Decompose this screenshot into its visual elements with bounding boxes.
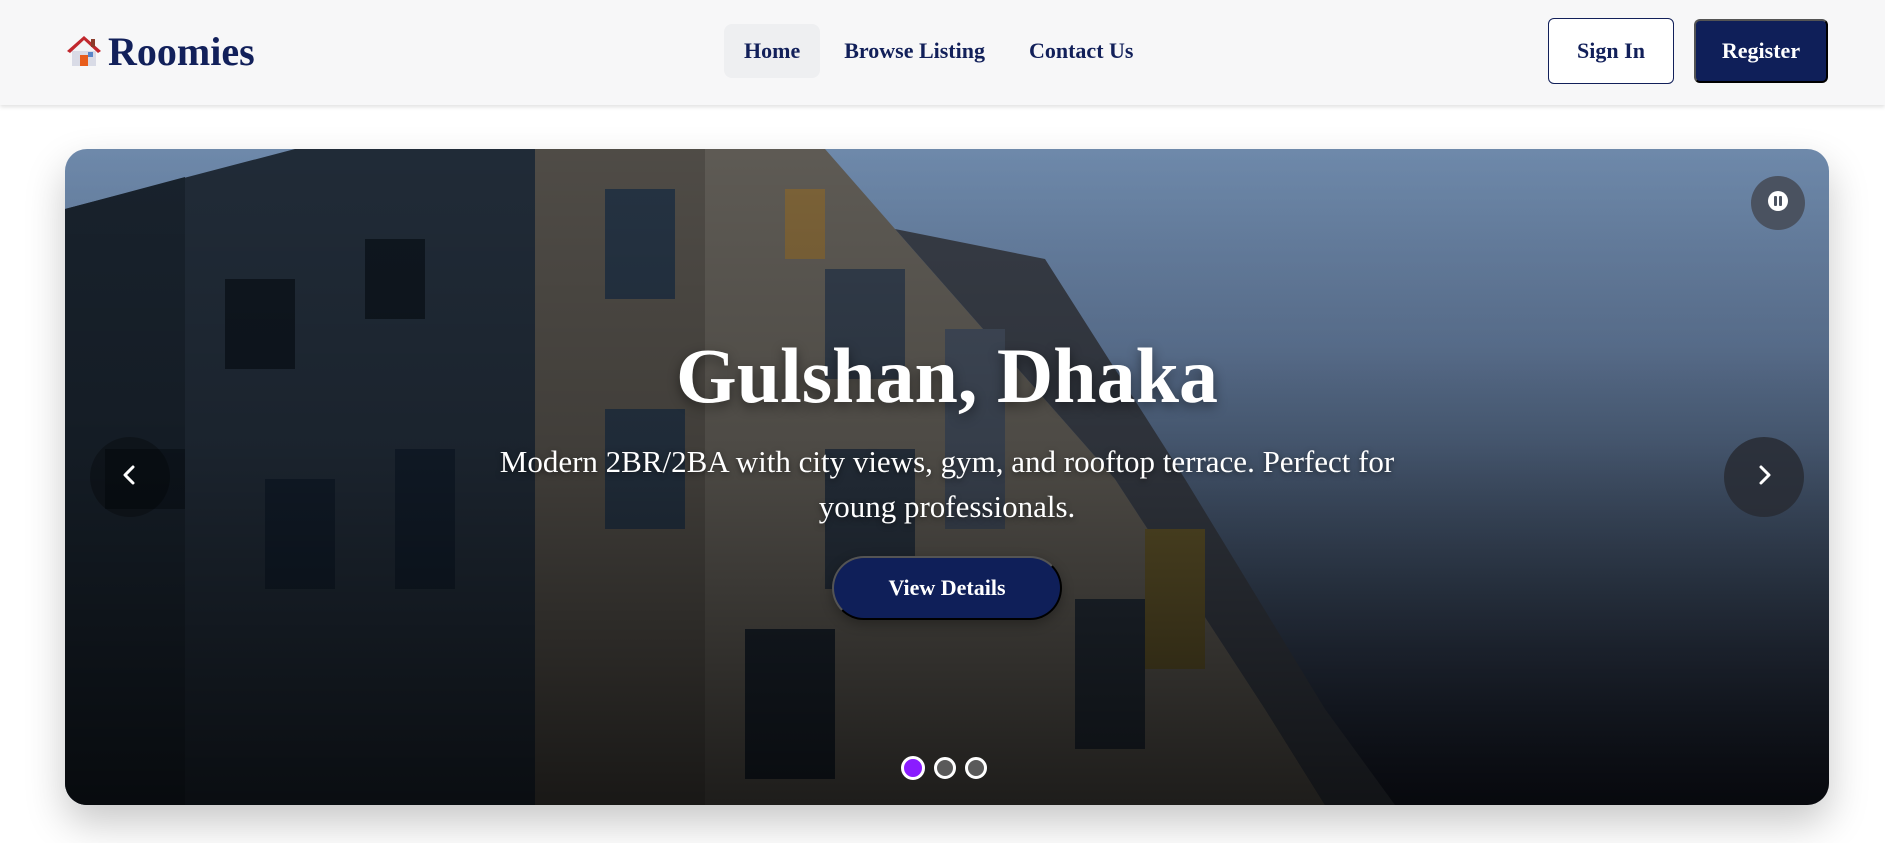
nav-home[interactable]: Home	[724, 24, 821, 78]
main-nav: Home Browse Listing Contact Us	[724, 24, 1153, 78]
nav-contact-us[interactable]: Contact Us	[1009, 24, 1154, 78]
slide-description: Modern 2BR/2BA with city views, gym, and…	[499, 444, 1395, 524]
slide-dot-1[interactable]	[901, 756, 925, 780]
prev-slide-button[interactable]	[90, 437, 170, 517]
sign-in-button[interactable]: Sign In	[1548, 18, 1674, 84]
next-slide-button[interactable]	[1724, 437, 1804, 517]
slide-dot-2[interactable]	[934, 757, 956, 779]
pause-icon	[1767, 190, 1789, 217]
slide-title: Gulshan, Dhaka	[676, 332, 1218, 419]
navbar: Roomies Home Browse Listing Contact Us S…	[0, 0, 1885, 105]
brand[interactable]: Roomies	[66, 28, 255, 74]
chevron-left-icon	[118, 463, 142, 492]
house-icon	[66, 33, 102, 69]
chevron-right-icon	[1752, 463, 1776, 492]
pause-autoplay-button[interactable]	[1751, 176, 1805, 230]
nav-browse-listing[interactable]: Browse Listing	[824, 24, 1005, 78]
view-details-button[interactable]: View Details	[832, 556, 1062, 620]
slide-dot-3[interactable]	[965, 757, 987, 779]
brand-name: Roomies	[108, 28, 255, 74]
register-button[interactable]: Register	[1694, 19, 1828, 83]
hero-carousel: Gulshan, Dhaka Modern 2BR/2BA with city …	[65, 149, 1829, 805]
slide-indicators	[901, 756, 987, 780]
